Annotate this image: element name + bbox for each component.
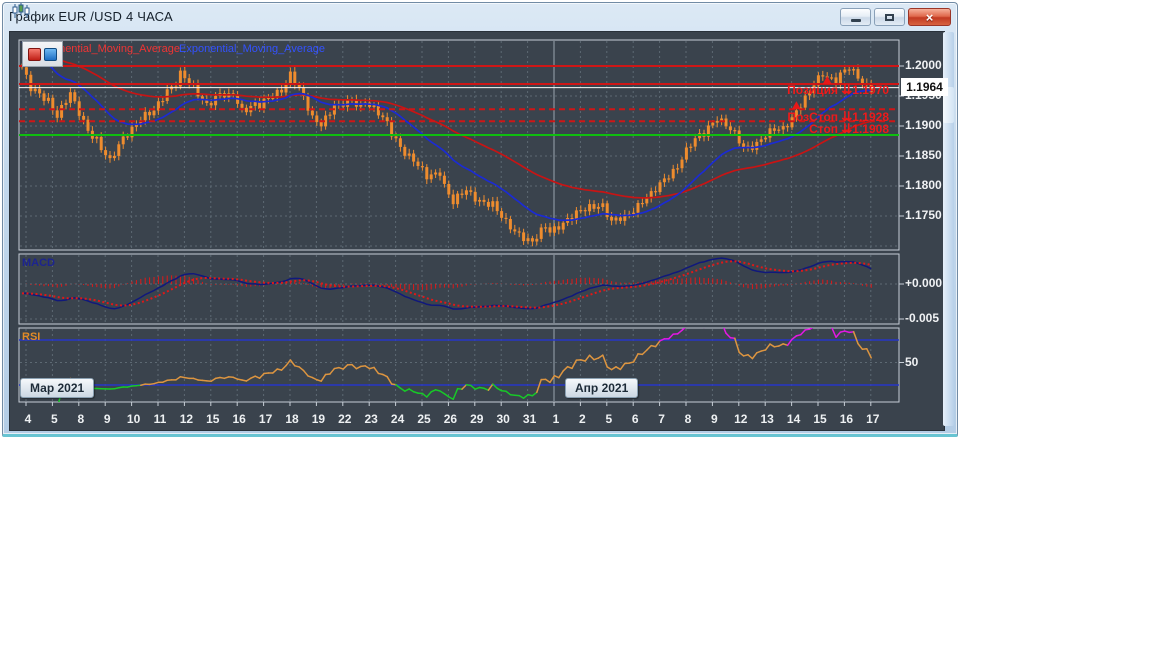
window-title: График EUR /USD 4 ЧАСА [9,8,173,24]
day-tick-label: 24 [390,412,405,426]
price-tick-label: 1.1750 [905,208,942,222]
title-bar[interactable]: График EUR /USD 4 ЧАСА × [3,3,957,29]
day-tick-label: 15 [206,412,220,426]
day-tick-label: 5 [605,412,613,426]
day-tick-label: 13 [760,412,774,426]
day-tick-label: 7 [658,412,665,426]
day-tick-label: 8 [77,412,85,426]
day-tick-label: 14 [786,412,801,426]
price-tick-label: 1.2000 [905,58,942,72]
maximize-button[interactable] [874,8,905,26]
price-tick-label: 1.1900 [905,118,942,132]
chart-client-area[interactable]: Exponential_Moving_Average Exponential_M… [9,31,948,431]
candlestick-chart-icon [12,3,30,18]
day-tick-label: 12 [179,412,194,426]
day-tick-label: 17 [866,412,880,426]
day-tick-label: 2 [579,412,586,426]
rsi-tick-label: 50 [905,354,919,369]
day-tick-label: 16 [839,412,854,426]
day-tick-label: 11 [153,412,167,426]
day-tick-label: 29 [470,412,484,426]
double-down-arrow-icon: ⇊ [841,121,853,136]
day-tick-label: 8 [684,412,692,426]
day-tick-label: 19 [311,412,326,426]
day-tick-label: 26 [443,412,458,426]
current-price-box: 1.1964 [901,78,948,96]
double-down-arrow-icon: ⇊ [841,82,853,97]
day-tick-label: 25 [417,412,431,426]
day-tick-label: 9 [103,412,111,426]
red-square-button[interactable] [28,47,41,61]
day-tick-label: 17 [258,412,273,426]
macd-tick-label: +0.000 [905,276,943,290]
chart-toolbar [22,41,63,67]
blue-square-button[interactable] [44,47,57,61]
day-tick-label: 16 [232,412,246,426]
macd-pane-label: MACD [22,257,55,269]
position-label: Позиция ⇊1.1970 [787,82,889,97]
stop-label: Стоп ⇊1.1908 [809,121,889,136]
day-tick-label: 15 [813,412,827,426]
chart-window: График EUR /USD 4 ЧАСА × Exponential_Mov… [2,2,958,437]
day-tick-label: 22 [338,412,352,426]
day-tick-label: 5 [51,412,58,426]
day-tick-label: 12 [734,412,748,426]
minimize-button[interactable] [840,8,871,26]
minimize-icon [850,18,861,22]
day-tick-label: 23 [364,412,378,426]
day-tick-label: 6 [631,412,639,426]
rsi-pane-label: RSI [22,331,41,343]
legend-ema-blue[interactable]: Exponential_Moving_Average [179,43,325,55]
close-button[interactable]: × [908,8,951,26]
day-tick-label: 10 [126,412,141,426]
price-tick-label: 1.1800 [905,178,942,192]
day-tick-label: 1 [552,412,560,426]
month-marker-mar: Мар 2021 [20,378,95,398]
day-tick-label: 31 [522,412,537,426]
day-tick-label: 30 [496,412,510,426]
month-marker-apr: Апр 2021 [565,378,639,398]
price-tick-label: 1.1850 [905,148,942,162]
day-tick-label: 4 [24,412,32,426]
day-tick-label: 18 [285,412,299,426]
day-tick-label: 9 [711,412,718,426]
close-icon: × [925,9,934,25]
maximize-icon [885,13,894,21]
macd-tick-label: -0.005 [905,311,940,325]
